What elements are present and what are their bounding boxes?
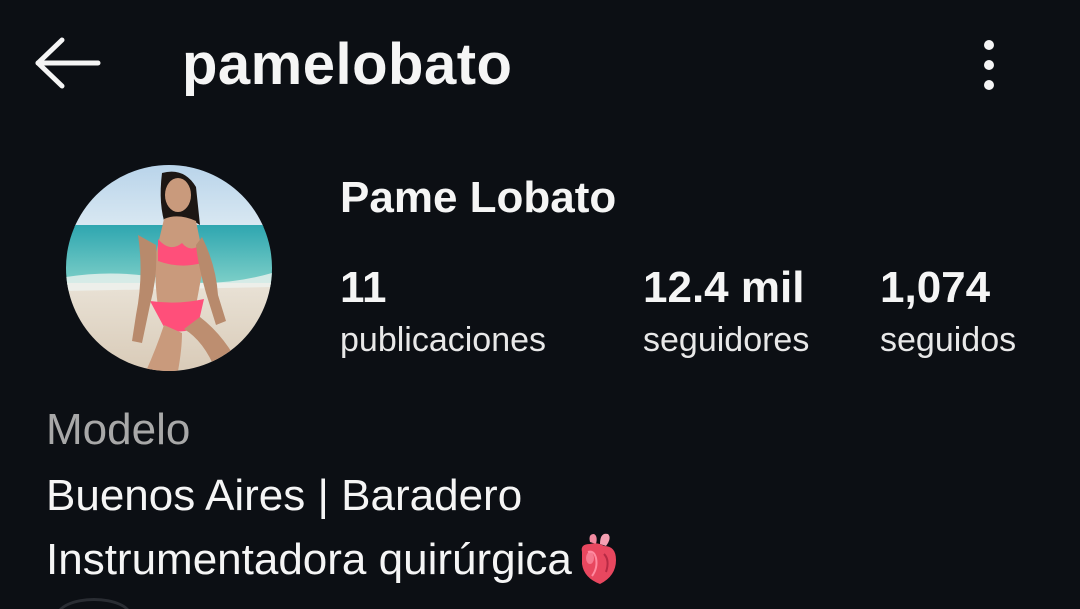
bio-line-location: Buenos Aires | Baradero [46, 471, 523, 520]
stat-posts[interactable]: 11 publicaciones [340, 262, 546, 360]
arrow-left-icon [35, 37, 101, 89]
posts-count: 11 [340, 263, 387, 312]
profile-display-name: Pame Lobato [340, 173, 617, 222]
more-options-button[interactable] [966, 34, 1012, 94]
followers-count: 12.4 mil [643, 263, 805, 312]
anatomical-heart-icon [576, 532, 620, 586]
stat-following[interactable]: 1,074 seguidos [880, 262, 1016, 360]
stat-followers[interactable]: 12.4 mil seguidores [643, 262, 809, 360]
followers-label: seguidores [643, 321, 810, 359]
posts-label: publicaciones [340, 321, 547, 359]
story-highlight-peek[interactable] [56, 598, 132, 609]
following-label: seguidos [880, 321, 1017, 359]
following-count: 1,074 [880, 263, 991, 312]
profile-category: Modelo [46, 405, 191, 454]
avatar-photo [66, 165, 272, 371]
profile-username: pamelobato [182, 32, 513, 97]
more-vertical-icon [984, 40, 994, 90]
bio-occupation-text: Instrumentadora quirúrgica [46, 535, 572, 584]
bio-line-occupation: Instrumentadora quirúrgica [46, 532, 620, 586]
profile-screen: pamelobato Pame Lobato 11 publicaciones … [0, 0, 1080, 609]
profile-header: pamelobato [0, 0, 1080, 130]
back-button[interactable] [28, 30, 108, 100]
profile-avatar[interactable] [66, 165, 272, 371]
